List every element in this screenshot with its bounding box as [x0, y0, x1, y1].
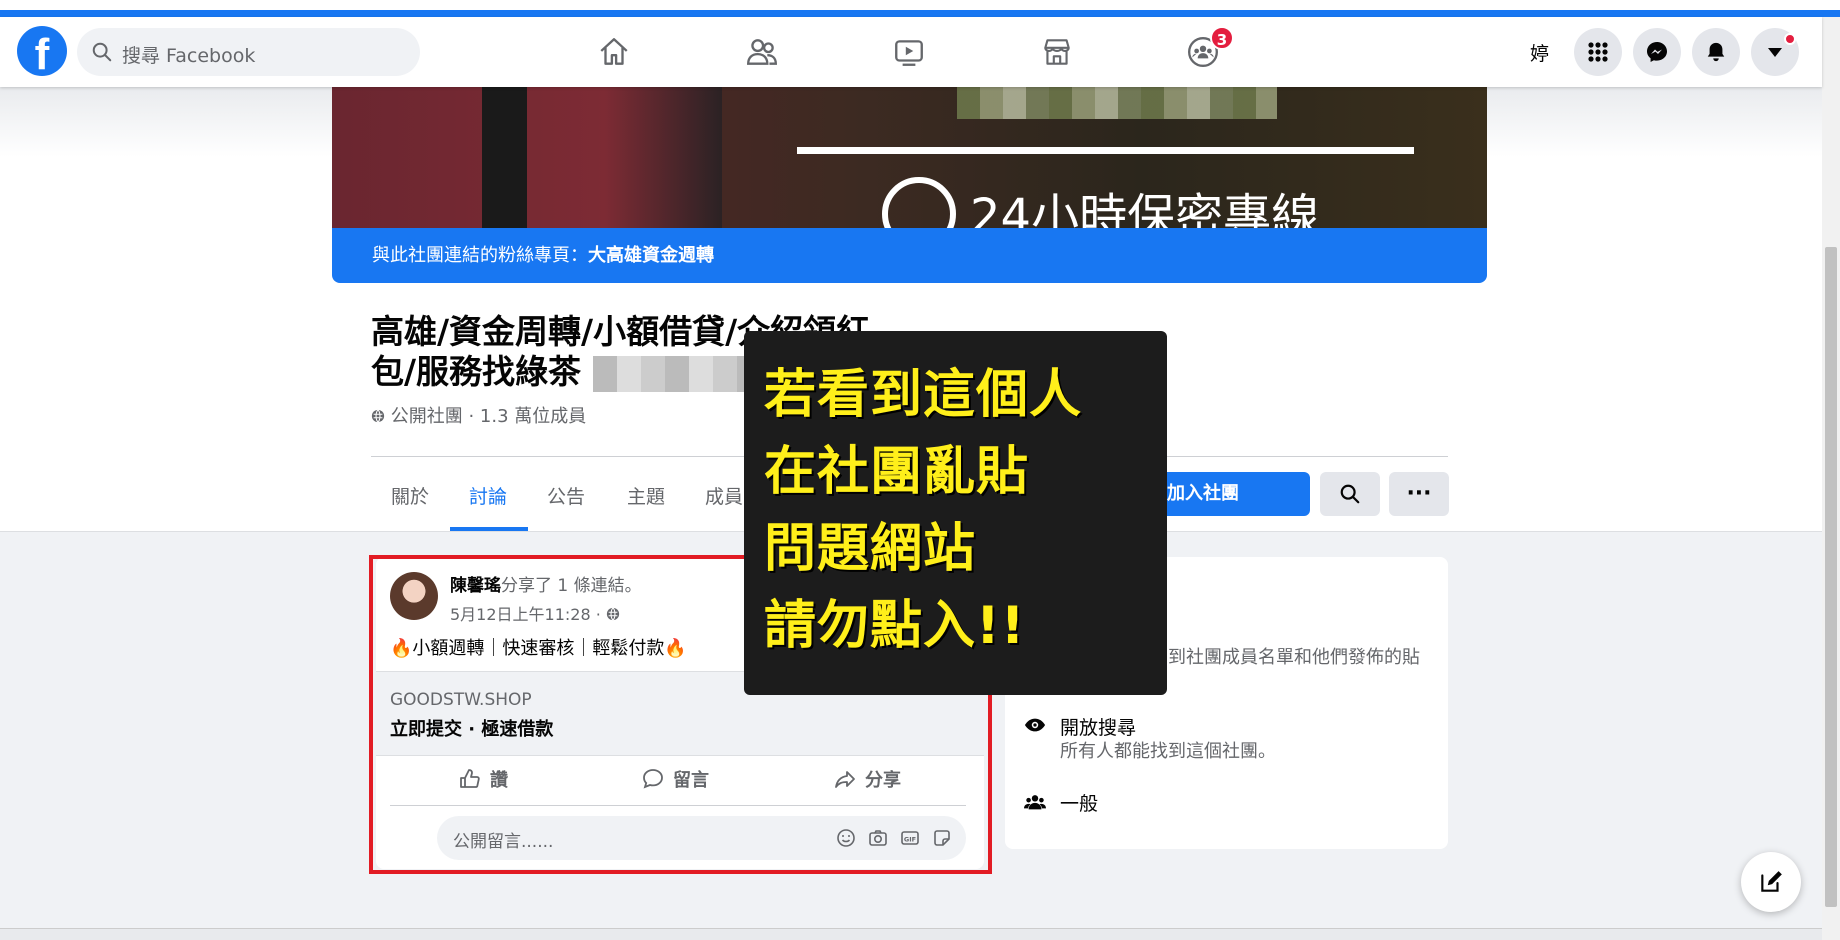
linked-page-banner: 與此社團連結的粉絲專頁：大高雄資金週轉	[332, 228, 1487, 283]
warning-line-4: 請勿點入!!	[764, 596, 1026, 656]
cover-photo[interactable]: 24小時保密專線	[332, 87, 1487, 228]
notifications-button[interactable]	[1692, 28, 1740, 76]
user-name[interactable]: 婷	[1530, 39, 1549, 66]
cover-person	[332, 87, 722, 228]
top-strip	[0, 0, 1840, 17]
cover-text: 24小時保密專線	[970, 189, 1320, 228]
warning-line-1: 若看到這個人	[764, 365, 1083, 425]
bottom-bar	[0, 928, 1822, 940]
warning-overlay: 若看到這個人 在社團亂貼 問題網站 請勿點入!!	[744, 331, 1167, 695]
watch-icon[interactable]	[892, 35, 926, 69]
notification-badge: 3	[1210, 26, 1234, 50]
menu-button[interactable]	[1574, 28, 1622, 76]
messenger-button[interactable]	[1633, 28, 1681, 76]
about-search-head: 開放搜尋	[1060, 717, 1137, 739]
more-options-button[interactable]: ···	[1389, 472, 1449, 516]
about-general-head: 一般	[1060, 793, 1099, 815]
globe-icon	[371, 409, 385, 423]
bell-icon	[1707, 42, 1725, 62]
top-navbar: f 搜尋 Facebook 3 婷	[0, 17, 1822, 87]
pixelated-text	[957, 87, 1277, 119]
warning-line-2: 在社團亂貼	[764, 442, 1030, 502]
pixelated-name	[592, 355, 753, 392]
eye-icon	[1024, 718, 1046, 732]
search-group-button[interactable]	[1320, 472, 1380, 516]
clock-icon	[882, 177, 956, 228]
account-alert-dot	[1784, 33, 1796, 45]
tab-announcements[interactable]: 公告	[547, 482, 585, 509]
compose-icon	[1761, 871, 1782, 892]
scrollbar-thumb[interactable]	[1825, 247, 1837, 907]
new-message-button[interactable]	[1741, 852, 1801, 912]
tab-topics[interactable]: 主題	[627, 482, 665, 509]
tab-discussion[interactable]: 討論	[469, 482, 507, 509]
messenger-icon	[1647, 42, 1667, 62]
friends-icon[interactable]	[745, 35, 779, 69]
about-search-desc: 所有人都能找到這個社團。	[1060, 741, 1276, 762]
facebook-logo[interactable]: f	[17, 26, 67, 76]
search-input[interactable]: 搜尋 Facebook	[77, 28, 420, 76]
search-icon	[1340, 484, 1360, 504]
people-icon	[1024, 795, 1046, 810]
tab-members[interactable]: 成員	[705, 482, 743, 509]
menu-grid-icon	[1588, 42, 1608, 62]
home-icon[interactable]	[597, 35, 631, 69]
linked-page-link[interactable]: 大高雄資金週轉	[588, 245, 714, 266]
marketplace-icon[interactable]	[1040, 35, 1074, 69]
warning-line-3: 問題網站	[764, 519, 977, 579]
caret-down-icon	[1768, 48, 1782, 57]
tab-about[interactable]: 關於	[391, 482, 429, 509]
search-icon	[92, 42, 112, 62]
group-meta: 公開社團 · 1.3 萬位成員	[371, 402, 586, 428]
scrollbar[interactable]	[1822, 17, 1840, 940]
